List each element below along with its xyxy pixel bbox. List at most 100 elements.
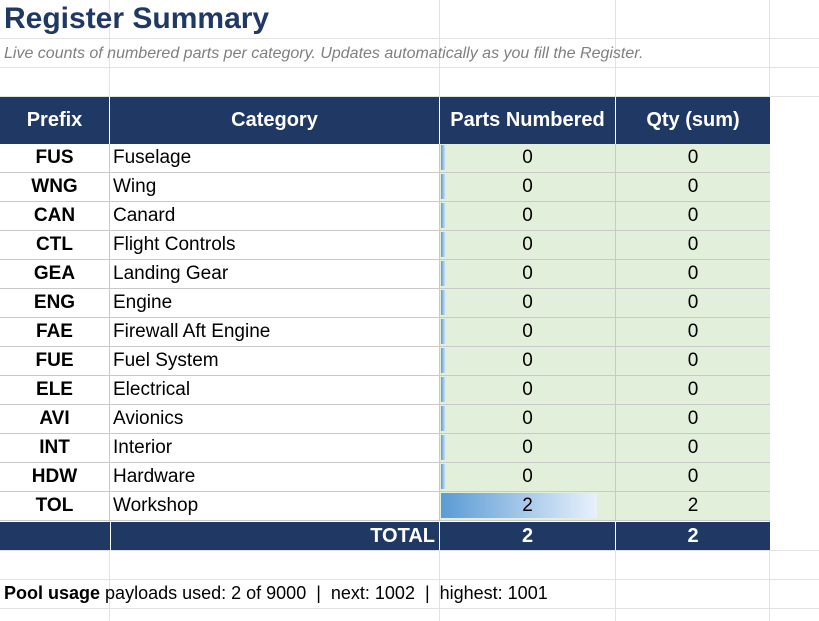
table-row: HDW Hardware 0 0 [0,463,770,492]
cell-parts-numbered[interactable]: 0 [440,434,616,463]
data-bar [441,174,446,199]
data-bar [441,493,597,518]
cell-qty[interactable]: 0 [616,202,770,231]
table-row: CTL Flight Controls 0 0 [0,231,770,260]
pool-usage-label: Pool usage [4,583,101,603]
cell-parts-numbered[interactable]: 0 [440,202,616,231]
cell-parts-numbered[interactable]: 0 [440,318,616,347]
parts-value: 0 [522,379,533,400]
table-row: CAN Canard 0 0 [0,202,770,231]
cell-category[interactable]: Hardware [110,463,440,492]
table-row: FUE Fuel System 0 0 [0,347,770,376]
cell-category[interactable]: Canard [110,202,440,231]
cell-prefix[interactable]: INT [0,434,110,463]
parts-value: 0 [522,437,533,458]
cell-prefix[interactable]: AVI [0,405,110,434]
cell-qty[interactable]: 0 [616,144,770,173]
column-header-category[interactable]: Category [110,97,440,144]
data-bar [441,435,446,460]
data-bar [441,145,446,170]
cell-prefix[interactable]: WNG [0,173,110,202]
parts-value: 2 [522,495,533,516]
parts-value: 0 [522,176,533,197]
cell-parts-numbered[interactable]: 0 [440,173,616,202]
cell-prefix[interactable]: HDW [0,463,110,492]
cell-qty[interactable]: 0 [616,173,770,202]
column-header-parts-numbered[interactable]: Parts Numbered [440,97,616,144]
total-row: TOTAL 2 2 [0,522,770,550]
parts-value: 0 [522,234,533,255]
pool-usage[interactable]: Pool usage payloads used: 2 of 9000 | ne… [4,583,548,604]
cell-category[interactable]: Fuselage [110,144,440,173]
parts-value: 0 [522,263,533,284]
data-bar [441,406,446,431]
cell-parts-numbered[interactable]: 2 [440,492,616,521]
cell-parts-numbered[interactable]: 0 [440,289,616,318]
cell-parts-numbered[interactable]: 0 [440,144,616,173]
cell-category[interactable]: Flight Controls [110,231,440,260]
parts-value: 0 [522,205,533,226]
cell-prefix[interactable]: ELE [0,376,110,405]
cell-parts-numbered[interactable]: 0 [440,463,616,492]
cell-parts-numbered[interactable]: 0 [440,405,616,434]
grid-line [0,38,819,39]
cell-prefix[interactable]: FUE [0,347,110,376]
cell-qty[interactable]: 0 [616,260,770,289]
parts-value: 0 [522,408,533,429]
cell-qty[interactable]: 2 [616,492,770,521]
cell-category[interactable]: Landing Gear [110,260,440,289]
cell-qty[interactable]: 0 [616,231,770,260]
cell-category[interactable]: Wing [110,173,440,202]
parts-value: 0 [522,147,533,168]
page-subtitle: Live counts of numbered parts per catego… [4,45,644,62]
data-bar [441,232,446,257]
grid-line [0,579,819,580]
cell-prefix[interactable]: FUS [0,144,110,173]
cell-category[interactable]: Workshop [110,492,440,521]
cell-category[interactable]: Interior [110,434,440,463]
total-parts[interactable]: 2 [440,522,616,550]
cell-category[interactable]: Electrical [110,376,440,405]
cell-prefix[interactable]: CAN [0,202,110,231]
data-bar [441,261,446,286]
cell-parts-numbered[interactable]: 0 [440,231,616,260]
table-row: ELE Electrical 0 0 [0,376,770,405]
cell-qty[interactable]: 0 [616,318,770,347]
column-header-qty[interactable]: Qty (sum) [616,97,770,144]
grid-line [0,550,819,551]
table-row: GEA Landing Gear 0 0 [0,260,770,289]
grid-line [0,67,819,68]
cell-category[interactable]: Firewall Aft Engine [110,318,440,347]
cell-prefix[interactable]: FAE [0,318,110,347]
parts-value: 0 [522,292,533,313]
cell-prefix[interactable]: TOL [0,492,110,521]
cell-prefix[interactable]: GEA [0,260,110,289]
table-row: FUS Fuselage 0 0 [0,144,770,173]
cell-prefix[interactable]: CTL [0,231,110,260]
table-row: INT Interior 0 0 [0,434,770,463]
cell-parts-numbered[interactable]: 0 [440,347,616,376]
column-header-prefix[interactable]: Prefix [0,97,110,144]
page-title: Register Summary [4,2,270,35]
table-row: TOL Workshop 2 2 [0,492,770,521]
cell-qty[interactable]: 0 [616,405,770,434]
total-qty[interactable]: 2 [616,522,770,550]
table-row: WNG Wing 0 0 [0,173,770,202]
parts-value: 0 [522,321,533,342]
cell-qty[interactable]: 0 [616,434,770,463]
total-label[interactable]: TOTAL [110,522,440,550]
cell-qty[interactable]: 0 [616,376,770,405]
table-row: FAE Firewall Aft Engine 0 0 [0,318,770,347]
cell-category[interactable]: Engine [110,289,440,318]
cell-qty[interactable]: 0 [616,347,770,376]
cell-qty[interactable]: 0 [616,289,770,318]
data-bar [441,203,446,228]
data-bar [441,377,446,402]
cell-parts-numbered[interactable]: 0 [440,260,616,289]
cell-qty[interactable]: 0 [616,463,770,492]
data-bar [441,464,446,489]
cell-parts-numbered[interactable]: 0 [440,376,616,405]
cell-category[interactable]: Fuel System [110,347,440,376]
cell-prefix[interactable]: ENG [0,289,110,318]
cell-category[interactable]: Avionics [110,405,440,434]
